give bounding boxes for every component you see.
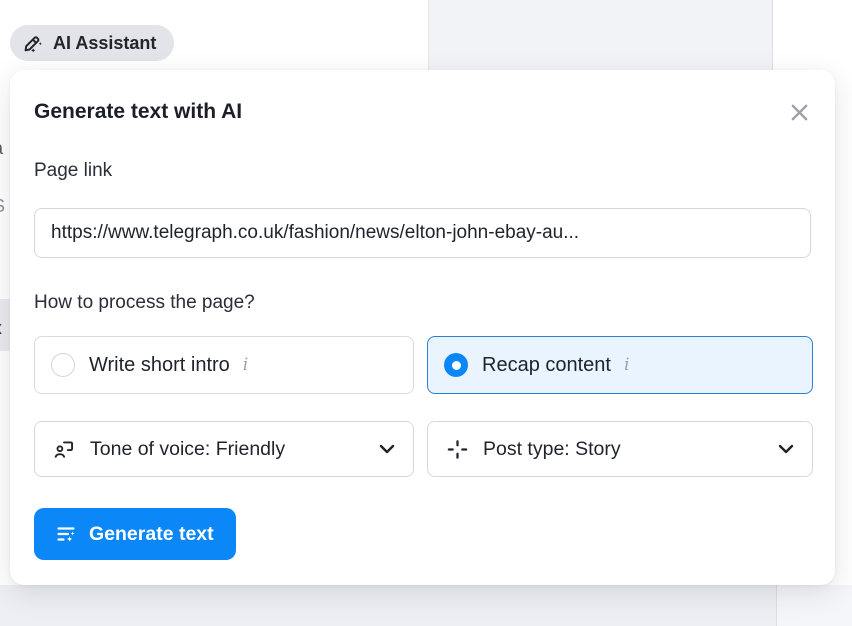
chevron-down-icon [778, 444, 794, 454]
post-type-value: Post type: Story [483, 438, 778, 461]
ai-assistant-button[interactable]: AI Assistant [10, 25, 174, 61]
page-link-input[interactable] [34, 208, 811, 258]
dialog-title: Generate text with AI [34, 100, 242, 124]
option-write-short-intro[interactable]: Write short intro i [34, 336, 414, 394]
option-label: Recap content [482, 354, 611, 377]
background-panel-bottom [0, 585, 852, 626]
screen: a S x AI Assistant Generate text with AI… [0, 0, 852, 626]
close-button[interactable] [787, 100, 811, 124]
option-label: Write short intro [89, 354, 230, 377]
generate-text-button[interactable]: Generate text [34, 508, 236, 560]
background-panel-bottom-right [776, 585, 852, 626]
ai-pen-sparkle-icon [22, 32, 44, 54]
post-type-crosshair-icon [446, 438, 469, 461]
radio-selected-icon[interactable] [444, 353, 468, 377]
post-type-dropdown[interactable]: Post type: Story [427, 421, 813, 477]
generate-sparkle-lines-icon [56, 523, 78, 545]
page-link-label: Page link [34, 160, 112, 182]
radio-unselected-icon[interactable] [51, 353, 75, 377]
close-icon [791, 104, 808, 121]
ai-assistant-label: AI Assistant [53, 33, 156, 54]
info-icon[interactable]: i [624, 355, 629, 375]
settings-row: Tone of voice: Friendly Post typ [34, 421, 813, 477]
chevron-down-icon [379, 444, 395, 454]
person-speech-icon [53, 438, 76, 461]
tone-of-voice-value: Tone of voice: Friendly [90, 438, 379, 461]
generate-text-dialog: Generate text with AI Page link How to p… [10, 70, 835, 585]
tone-of-voice-dropdown[interactable]: Tone of voice: Friendly [34, 421, 414, 477]
info-icon[interactable]: i [243, 355, 248, 375]
generate-text-label: Generate text [89, 523, 214, 546]
process-options-row: Write short intro i Recap content i [34, 336, 813, 394]
option-recap-content[interactable]: Recap content i [427, 336, 813, 394]
process-question-label: How to process the page? [34, 292, 255, 314]
background-panel-top [428, 0, 773, 70]
